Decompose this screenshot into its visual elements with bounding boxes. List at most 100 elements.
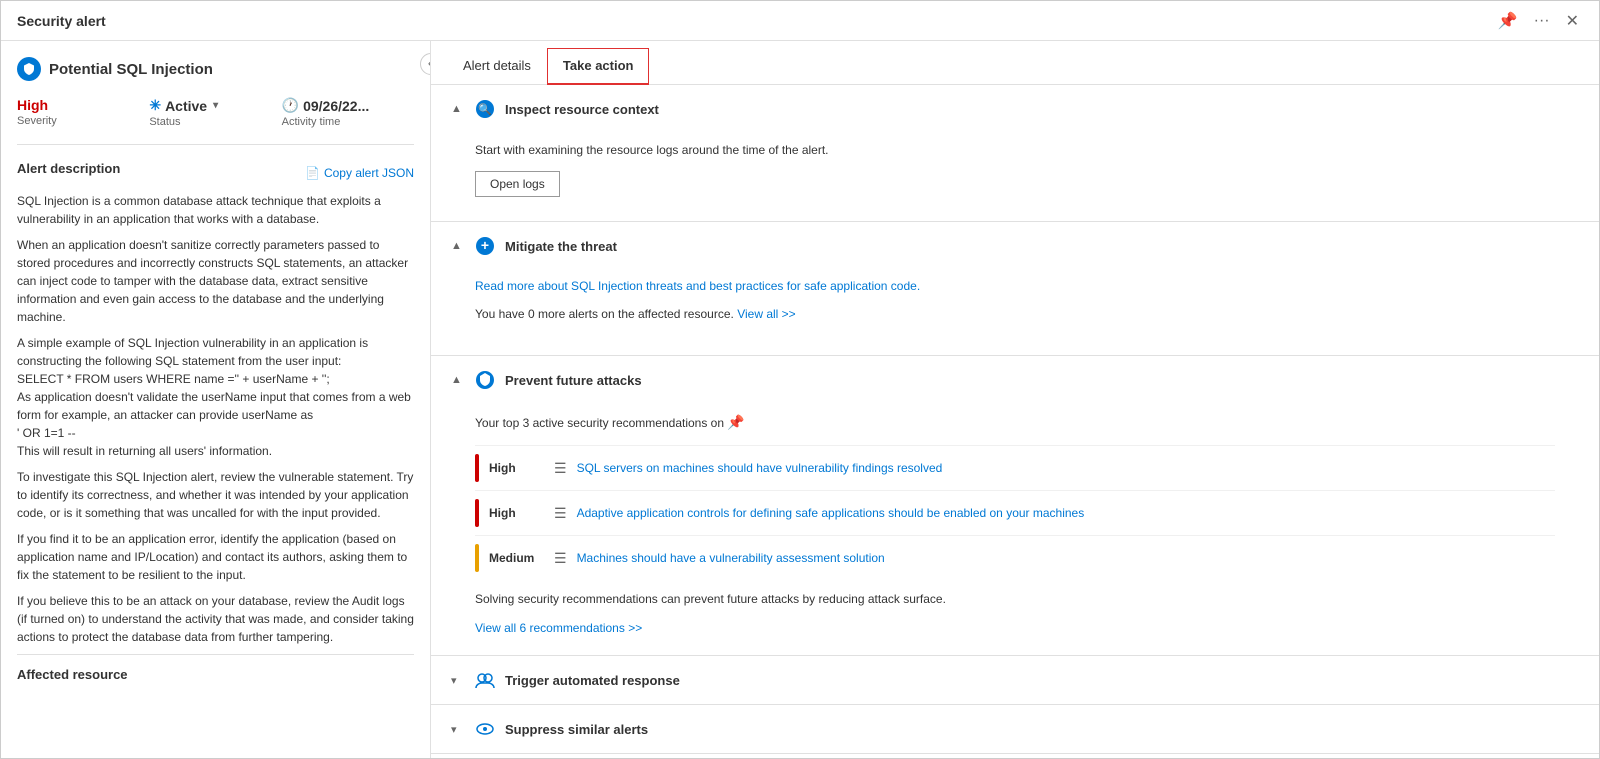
suppress-title: Suppress similar alerts [505, 722, 648, 737]
mitigate-title: Mitigate the threat [505, 239, 617, 254]
rec1-lines-icon: ☰ [554, 460, 567, 477]
prevent-body: Your top 3 active security recommendatio… [431, 404, 1599, 655]
inspect-description: Start with examining the resource logs a… [475, 141, 1555, 159]
activity-time-text: 09/26/22... [303, 98, 369, 114]
dialog-header: Security alert 📌 ··· ✕ [1, 1, 1599, 41]
section-mitigate-header[interactable]: ▲ + Mitigate the threat [431, 222, 1599, 270]
alert-description-heading: Alert description [17, 161, 120, 176]
mitigate-icon: + [475, 236, 495, 256]
alert-title: Potential SQL Injection [49, 61, 213, 78]
rec1-link[interactable]: SQL servers on machines should have vuln… [577, 461, 1555, 475]
dialog-header-actions: 📌 ··· ✕ [1494, 9, 1583, 33]
collapse-icon: « [428, 58, 431, 70]
prevent-top-text: Your top 3 active security recommendatio… [475, 412, 1555, 433]
mitigate-alerts-text: You have 0 more alerts on the affected r… [475, 305, 1555, 323]
affected-resource-section: Affected resource [17, 654, 414, 682]
trigger-chevron-icon: ▾ [451, 674, 465, 687]
shield-icon [17, 57, 41, 81]
desc-p6: If you believe this to be an attack on y… [17, 592, 414, 646]
trigger-icon [475, 670, 495, 690]
status-label: Status [149, 116, 273, 128]
purple-pin-icon: 📌 [727, 414, 744, 430]
prevent-chevron-icon: ▲ [451, 374, 465, 386]
section-email: ▾ Configure email notification settings [431, 754, 1599, 758]
rec2-link[interactable]: Adaptive application controls for defini… [577, 506, 1555, 520]
affected-resource-heading: Affected resource [17, 667, 128, 682]
tab-take-action[interactable]: Take action [547, 48, 650, 85]
activity-time-meta: 🕐 09/26/22... Activity time [282, 97, 414, 128]
mitigate-chevron-icon: ▲ [451, 240, 465, 252]
rec3-link[interactable]: Machines should have a vulnerability ass… [577, 551, 1555, 565]
metadata-row: High Severity ✳ Active ▾ Status 🕐 09/26/… [17, 97, 414, 145]
prevent-title: Prevent future attacks [505, 373, 642, 388]
section-trigger-header[interactable]: ▾ Trigger automated response [431, 656, 1599, 704]
dialog-title: Security alert [17, 13, 1494, 29]
section-mitigate: ▲ + Mitigate the threat Read more about … [431, 222, 1599, 356]
alert-title-row: Potential SQL Injection [17, 57, 414, 81]
pin-button[interactable]: 📌 [1494, 9, 1522, 33]
open-logs-button[interactable]: Open logs [475, 171, 560, 197]
mitigate-read-more-link[interactable]: Read more about SQL Injection threats an… [475, 279, 920, 293]
recommendations-list: High ☰ SQL servers on machines should ha… [475, 445, 1555, 580]
rec3-lines-icon: ☰ [554, 550, 567, 567]
right-panel: Alert details Take action ▲ 🔍 [431, 41, 1599, 758]
mitigate-view-all-link[interactable]: View all >> [737, 307, 795, 321]
activity-time-value: 🕐 09/26/22... [282, 97, 406, 114]
status-value: ✳ Active ▾ [149, 97, 273, 114]
dialog-body: « Potential SQL Injection High Severity [1, 41, 1599, 758]
doc-icon: 📄 [305, 166, 320, 180]
status-text: Active [165, 98, 207, 114]
rec1-severity-bar [475, 454, 479, 482]
inspect-body: Start with examining the resource logs a… [431, 133, 1599, 221]
section-inspect-header[interactable]: ▲ 🔍 Inspect resource context [431, 85, 1599, 133]
sections-container: ▲ 🔍 Inspect resource context Start with … [431, 85, 1599, 758]
rec1-severity-label: High [489, 461, 544, 475]
solving-text: Solving security recommendations can pre… [475, 590, 1555, 608]
section-prevent: ▲ Prevent future attacks Your top 3 acti… [431, 356, 1599, 656]
severity-value: High [17, 97, 141, 113]
close-icon: ✕ [1566, 13, 1579, 30]
close-button[interactable]: ✕ [1562, 9, 1583, 33]
alert-description-header: Alert description 📄 Copy alert JSON [17, 161, 414, 184]
section-email-header[interactable]: ▾ Configure email notification settings [431, 754, 1599, 758]
view-all-recommendations-link[interactable]: View all 6 recommendations >> [475, 621, 642, 635]
open-logs-label: Open logs [490, 177, 545, 191]
inspect-chevron-icon: ▲ [451, 103, 465, 115]
trigger-title: Trigger automated response [505, 673, 680, 688]
svg-text:🔍: 🔍 [478, 102, 492, 116]
status-meta: ✳ Active ▾ Status [149, 97, 281, 128]
clock-icon: 🕐 [282, 97, 299, 114]
collapse-panel-button[interactable]: « [420, 53, 431, 75]
rec-item-2: High ☰ Adaptive application controls for… [475, 490, 1555, 535]
desc-p3: A simple example of SQL Injection vulner… [17, 334, 414, 460]
security-alert-dialog: Security alert 📌 ··· ✕ « [0, 0, 1600, 759]
section-inspect: ▲ 🔍 Inspect resource context Start with … [431, 85, 1599, 222]
severity-meta: High Severity [17, 97, 149, 127]
section-suppress-header[interactable]: ▾ Suppress similar alerts [431, 705, 1599, 753]
left-panel: « Potential SQL Injection High Severity [1, 41, 431, 758]
desc-p5: If you find it to be an application erro… [17, 530, 414, 584]
inspect-title: Inspect resource context [505, 102, 659, 117]
section-suppress: ▾ Suppress similar alerts [431, 705, 1599, 754]
section-prevent-header[interactable]: ▲ Prevent future attacks [431, 356, 1599, 404]
rec-item-3: Medium ☰ Machines should have a vulnerab… [475, 535, 1555, 580]
rec2-severity-label: High [489, 506, 544, 520]
rec3-severity-label: Medium [489, 551, 544, 565]
section-trigger: ▾ Trigger automated response [431, 656, 1599, 705]
activity-time-label: Activity time [282, 116, 406, 128]
tab-alert-details[interactable]: Alert details [447, 48, 547, 85]
copy-alert-json-link[interactable]: 📄 Copy alert JSON [305, 166, 414, 180]
suppress-icon [475, 719, 495, 739]
mitigate-body: Read more about SQL Injection threats an… [431, 270, 1599, 355]
desc-p2: When an application doesn't sanitize cor… [17, 236, 414, 326]
suppress-chevron-icon: ▾ [451, 723, 465, 736]
pin-icon: 📌 [1498, 13, 1518, 30]
desc-p1: SQL Injection is a common database attac… [17, 192, 414, 228]
rec3-severity-bar [475, 544, 479, 572]
inspect-icon: 🔍 [475, 99, 495, 119]
rec2-lines-icon: ☰ [554, 505, 567, 522]
severity-label: Severity [17, 115, 141, 127]
tabs-row: Alert details Take action [431, 41, 1599, 85]
more-options-button[interactable]: ··· [1530, 10, 1554, 32]
rec-item-1: High ☰ SQL servers on machines should ha… [475, 445, 1555, 490]
